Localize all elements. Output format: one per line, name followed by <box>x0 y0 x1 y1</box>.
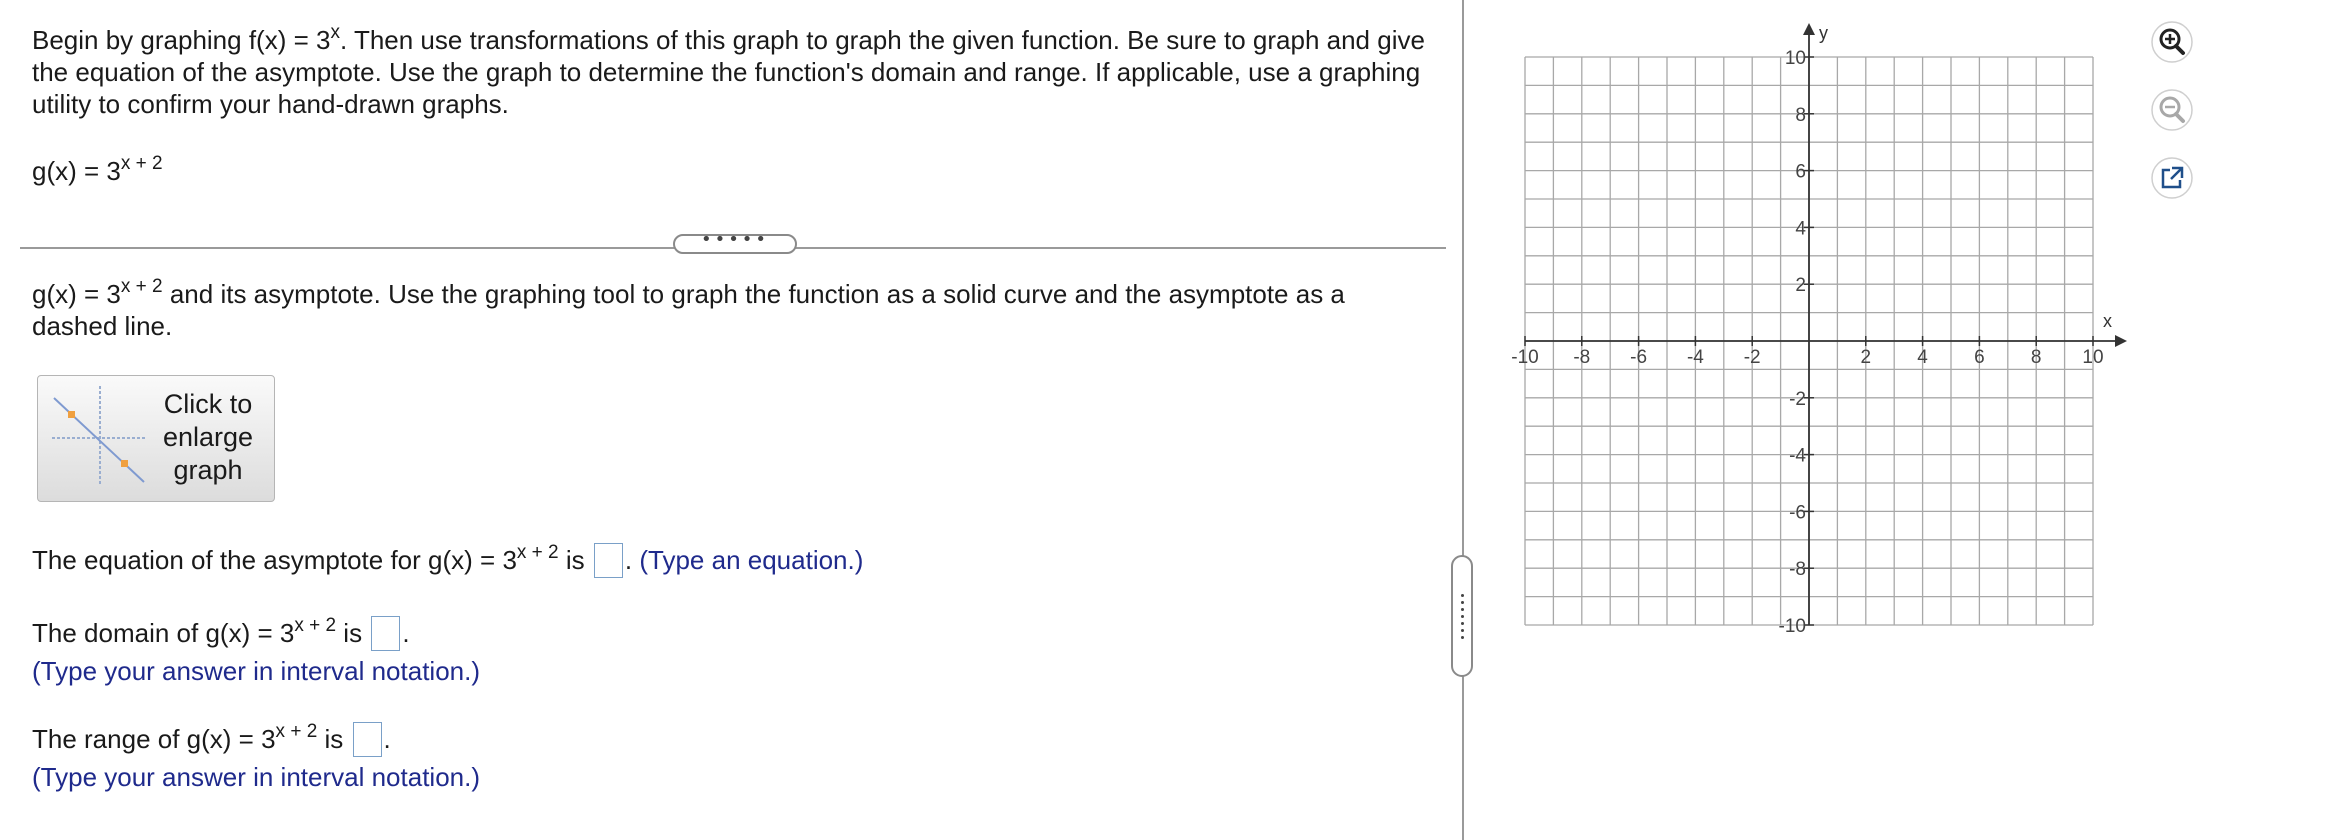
graphing-area[interactable]: x y -10 -8 -6 -4 -2 2 4 6 8 10 10 8 6 4 2 -2 -4 -6 -8 -10 <box>1490 10 2150 650</box>
x-tick-label: -8 <box>1573 347 1590 368</box>
y-tick-label: 6 <box>1795 162 1806 183</box>
y-tick-label: 4 <box>1795 218 1806 239</box>
x-tick-label: 4 <box>1917 347 1928 368</box>
x-tick-label: 8 <box>2031 347 2042 368</box>
y-tick-label: -10 <box>1779 616 1806 637</box>
range-answer-input[interactable] <box>352 722 382 757</box>
x-tick-label: 10 <box>2082 347 2103 368</box>
pop-out-icon[interactable] <box>2150 156 2194 200</box>
zoom-out-icon[interactable] <box>2150 88 2194 132</box>
x-tick-label: -10 <box>1511 347 1538 368</box>
x-axis-arrow <box>2115 335 2127 347</box>
asymptote-hint: (Type an equation.) <box>639 545 864 575</box>
graph-thumbnail-icon <box>52 386 146 486</box>
y-axis-label: y <box>1819 23 1828 43</box>
domain-hint: (Type your answer in interval notation.) <box>32 656 480 686</box>
y-axis-arrow <box>1803 23 1815 35</box>
y-tick-label: 2 <box>1795 275 1806 296</box>
y-tick-label: -6 <box>1789 502 1806 523</box>
x-tick-label: 2 <box>1861 347 1872 368</box>
domain-answer-input[interactable] <box>371 616 401 651</box>
graph-prompt-line-1: g(x) = 3x + 2 and its asymptote. Use the… <box>32 276 1345 309</box>
y-tick-label: -2 <box>1789 389 1806 410</box>
y-tick-label: -4 <box>1789 446 1806 467</box>
zoom-in-icon[interactable] <box>2150 20 2194 64</box>
x-tick-label: 6 <box>1974 347 1985 368</box>
panel-divider-handle[interactable] <box>1451 555 1473 677</box>
x-tick-label: -6 <box>1630 347 1647 368</box>
graph-prompt-line-2: dashed line. <box>32 311 173 341</box>
y-tick-label: 10 <box>1785 48 1806 69</box>
question-panel: Begin by graphing f(x) = 3x. Then use tr… <box>0 0 1460 840</box>
asymptote-answer-input[interactable] <box>593 543 623 578</box>
asymptote-question: The equation of the asymptote for g(x) =… <box>32 542 864 580</box>
x-tick-label: -4 <box>1687 347 1704 368</box>
instructions-line-3: utility to confirm your hand-drawn graph… <box>32 89 509 119</box>
enlarge-graph-label: Click to enlarge graph <box>162 389 254 485</box>
y-tick-label: -8 <box>1789 559 1806 580</box>
x-tick-label: -2 <box>1744 347 1761 368</box>
x-axis-label: x <box>2103 311 2112 331</box>
range-hint: (Type your answer in interval notation.) <box>32 762 480 792</box>
instructions-line-1: Begin by graphing f(x) = 3x. Then use tr… <box>32 22 1425 55</box>
range-question: The range of g(x) = 3x + 2 is . <box>32 721 391 759</box>
y-tick-label: 8 <box>1795 105 1806 126</box>
given-function: g(x) = 3x + 2 <box>32 153 163 186</box>
domain-question: The domain of g(x) = 3x + 2 is . <box>32 615 410 653</box>
panel-divider <box>1462 0 1464 840</box>
enlarge-graph-button[interactable]: Click to enlarge graph <box>37 375 275 502</box>
divider-handle[interactable]: ••••• <box>673 231 797 254</box>
instructions-line-2: the equation of the asymptote. Use the g… <box>32 57 1421 87</box>
